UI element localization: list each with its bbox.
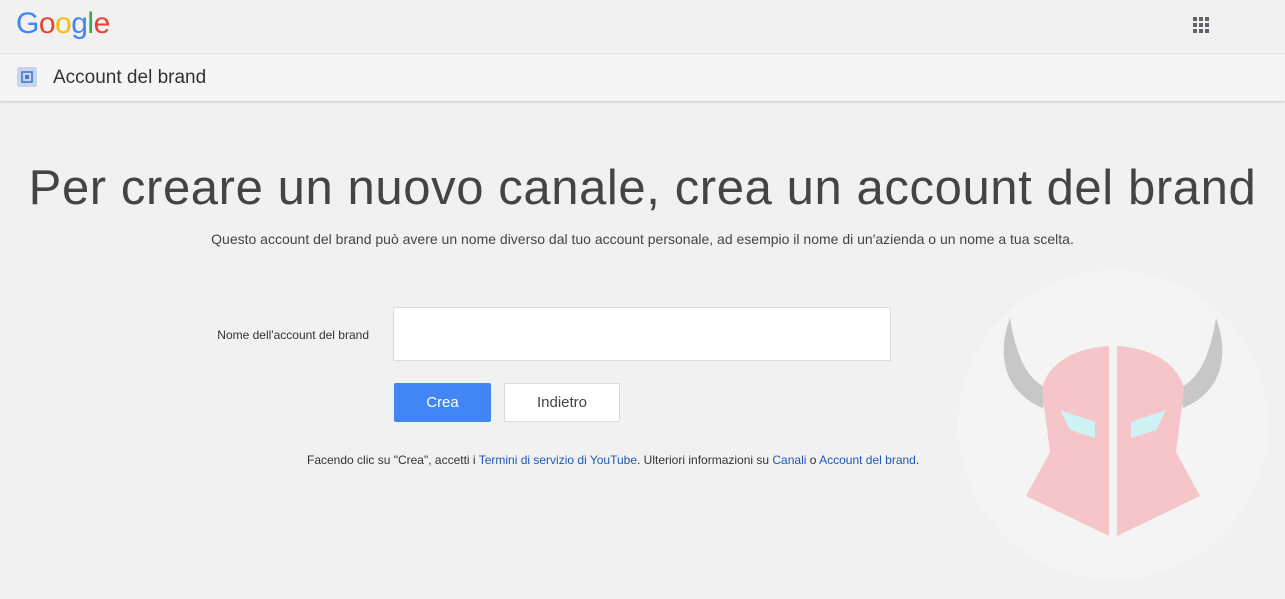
logo-letter: g (71, 7, 88, 40)
logo-letter: o (55, 7, 72, 40)
brand-name-input[interactable] (393, 307, 891, 361)
terms-middle: . Ulteriori informazioni su (637, 453, 773, 467)
logo-letter: G (16, 7, 39, 40)
google-logo[interactable]: Google (16, 6, 110, 42)
logo-letter: o (38, 7, 56, 40)
youtube-terms-link[interactable]: Termini di servizio di YouTube (479, 453, 637, 467)
terms-or: o (806, 453, 820, 467)
terms-notice: Facendo clic su "Crea", accetti i Termin… (307, 452, 919, 468)
apps-grid-icon[interactable] (1191, 15, 1211, 35)
brand-account-icon (17, 67, 37, 87)
sub-header: Account del brand (0, 53, 1285, 101)
top-bar: Google (0, 0, 1285, 53)
page-headline: Per creare un nuovo canale, crea un acco… (28, 161, 1257, 215)
create-button[interactable]: Crea (394, 383, 491, 422)
back-button[interactable]: Indietro (504, 383, 620, 422)
channels-link[interactable]: Canali (772, 453, 806, 467)
terms-prefix: Facendo clic su "Crea", accetti i (307, 453, 479, 467)
brand-name-label: Nome dell'account del brand (217, 328, 369, 342)
brand-accounts-link[interactable]: Account del brand (819, 453, 916, 467)
page-section-title: Account del brand (53, 67, 207, 88)
page-subtitle: Questo account del brand può avere un no… (211, 231, 1074, 247)
logo-letter: e (93, 7, 111, 40)
terms-suffix: . (915, 453, 920, 467)
helmet-logo-icon (958, 270, 1268, 580)
